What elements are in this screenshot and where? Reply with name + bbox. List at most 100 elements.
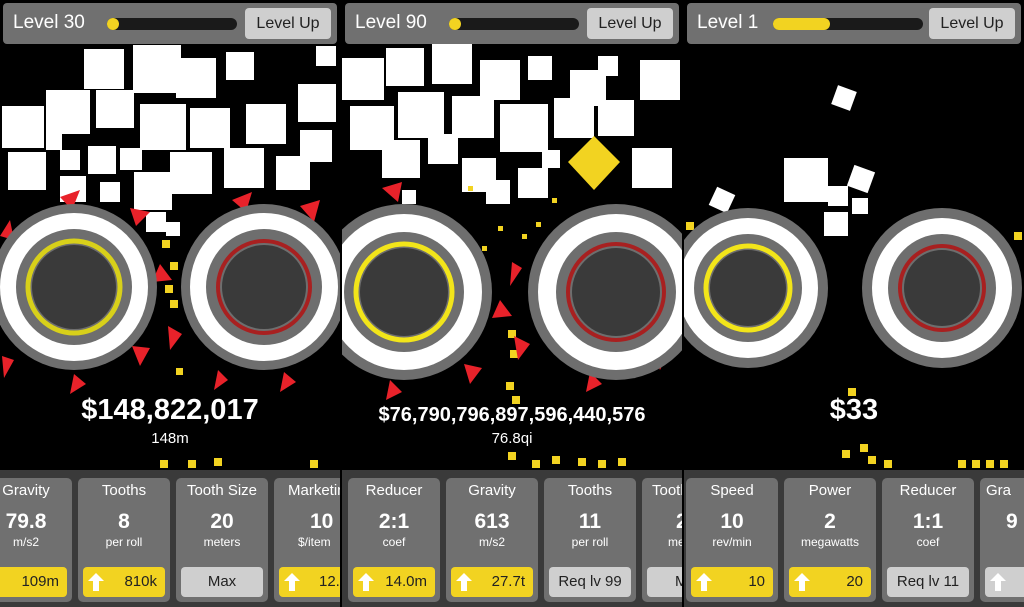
upgrade-title: Reducer (899, 482, 957, 499)
upgrade-card-gravity: Gravity 79.8 m/s2 109m (0, 478, 72, 602)
white-blocks (342, 44, 680, 204)
upgrade-cost: 14.0m (385, 573, 427, 590)
upgrade-title: Power (808, 482, 852, 499)
upgrade-unit: megawatts (800, 535, 860, 549)
upgrade-unit: meters (203, 535, 241, 549)
left-roller (342, 182, 512, 400)
upgrade-cost: Max (207, 573, 237, 590)
upgrade-value: 2:1 (378, 510, 410, 533)
upgrade-title: Gra (986, 482, 1012, 499)
upgrade-cost: 12.0 (319, 573, 340, 590)
upgrade-cost: 10 (748, 573, 765, 590)
arrow-up-icon (456, 573, 472, 591)
upgrade-card-speed: Speed 10 rev/min 10 (686, 478, 778, 602)
arrow-up-icon (990, 573, 1006, 591)
upgrade-title: Tooth Size (186, 482, 258, 499)
level-progress-fill (773, 18, 830, 30)
upgrade-value: 8 (118, 510, 130, 533)
arrow-up-icon (88, 573, 104, 591)
upgrade-card-tooths: Tooths 8 per roll 810k (78, 478, 170, 602)
top-bar: Level 30 Level Up (3, 3, 337, 44)
right-roller (862, 208, 1022, 368)
upgrade-value: 2 (676, 510, 682, 533)
upgrade-card-gravity: Gra 9 (980, 478, 1024, 602)
upgrade-value: 10 (310, 510, 334, 533)
level-progress-bar (773, 18, 923, 30)
game-panel-3: Level 1 Level Up $33 Speed 10 rev/min 10… (684, 0, 1024, 607)
game-panel-1: Level 30 Level Up $148,822,017 148m Grav… (0, 0, 340, 607)
level-up-button[interactable]: Level Up (929, 8, 1015, 39)
upgrade-unit: per roll (105, 535, 143, 549)
upgrade-unit: coef (916, 535, 940, 549)
upgrade-title: Tooths (567, 482, 613, 499)
upgrade-value: 79.8 (5, 510, 47, 533)
top-bar: Level 1 Level Up (687, 3, 1021, 44)
upgrade-cost: 27.7t (491, 573, 525, 590)
level-progress-bar (107, 18, 237, 30)
left-roller (684, 208, 828, 368)
upgrade-unit: $/item (298, 535, 331, 549)
money-short: 148m (151, 430, 189, 447)
upgrade-value: 1:1 (912, 510, 944, 533)
level-up-button[interactable]: Level Up (245, 8, 331, 39)
upgrade-buy-button[interactable]: 14.0m (353, 567, 435, 597)
upgrade-title: Tooths (101, 482, 147, 499)
upgrade-locked-button[interactable]: Req lv 99 (549, 567, 631, 597)
arrow-up-icon (696, 573, 712, 591)
level-progress-bar (449, 18, 579, 30)
upgrade-title: Speed (710, 482, 754, 499)
level-progress-fill (107, 18, 119, 30)
upgrade-max-button[interactable]: Max (181, 567, 263, 597)
upgrade-unit: per roll (571, 535, 609, 549)
upgrade-card-tooth: Tooth 2 me M (642, 478, 682, 602)
upgrade-buy-button[interactable]: 20 (789, 567, 871, 597)
top-bar: Level 90 Level Up (345, 3, 679, 44)
upgrade-buy-button[interactable]: 10 (691, 567, 773, 597)
upgrade-card-tooths: Tooths 11 per roll Req lv 99 (544, 478, 636, 602)
upgrade-value: 20 (210, 510, 234, 533)
upgrade-unit: me (668, 535, 682, 549)
upgrade-title: Reducer (365, 482, 423, 499)
right-roller (168, 192, 340, 392)
money-short: 76.8qi (491, 430, 533, 447)
arrow-up-icon (794, 573, 810, 591)
game-panel-2: Level 90 Level Up $76,790,796,897,596,44… (342, 0, 682, 607)
level-progress-fill (449, 18, 461, 30)
upgrade-buy-button[interactable] (985, 567, 1024, 597)
upgrade-card-power: Power 2 megawatts 20 (784, 478, 876, 602)
upgrade-locked-button[interactable]: M (647, 567, 682, 597)
upgrade-value: 2 (824, 510, 836, 533)
upgrade-title: Gravity (468, 482, 516, 499)
upgrade-locked-button[interactable]: Req lv 11 (887, 567, 969, 597)
upgrade-cost: Req lv 99 (558, 573, 622, 590)
upgrade-buy-button[interactable]: 810k (83, 567, 165, 597)
level-label: Level 90 (355, 12, 427, 33)
upgrade-card-gravity: Gravity 613 m/s2 27.7t (446, 478, 538, 602)
right-roller (510, 204, 682, 392)
money-total: $148,822,017 (81, 394, 259, 426)
upgrade-title: Tooth (652, 482, 682, 499)
upgrade-buy-button[interactable]: 109m (0, 567, 67, 597)
money-total: $33 (829, 394, 879, 426)
upgrade-card-reducer: Reducer 1:1 coef Req lv 11 (882, 478, 974, 602)
upgrade-buy-button[interactable]: 12.0 (279, 567, 340, 597)
arrow-up-icon (284, 573, 300, 591)
money-total: $76,790,796,897,596,440,576 (378, 404, 646, 426)
upgrade-value: 11 (578, 510, 602, 533)
upgrade-buy-button[interactable]: 27.7t (451, 567, 533, 597)
upgrade-cost: 810k (124, 573, 157, 590)
level-up-button[interactable]: Level Up (587, 8, 673, 39)
upgrade-unit: m/s2 (12, 535, 39, 549)
upgrade-title: Marketing (288, 482, 340, 499)
upgrade-unit: rev/min (712, 535, 752, 549)
upgrade-cost: M (675, 573, 682, 590)
arrow-up-icon (358, 573, 374, 591)
upgrade-title: Gravity (2, 482, 50, 499)
upgrade-card-reducer: Reducer 2:1 coef 14.0m (348, 478, 440, 602)
upgrade-cost: 109m (21, 573, 59, 590)
crusher-scene (342, 44, 682, 468)
gold-block (568, 136, 620, 190)
upgrade-value: 613 (474, 510, 510, 533)
upgrade-card-marketing: Marketing 10 $/item 12.0 (274, 478, 340, 602)
upgrade-unit: coef (382, 535, 406, 549)
